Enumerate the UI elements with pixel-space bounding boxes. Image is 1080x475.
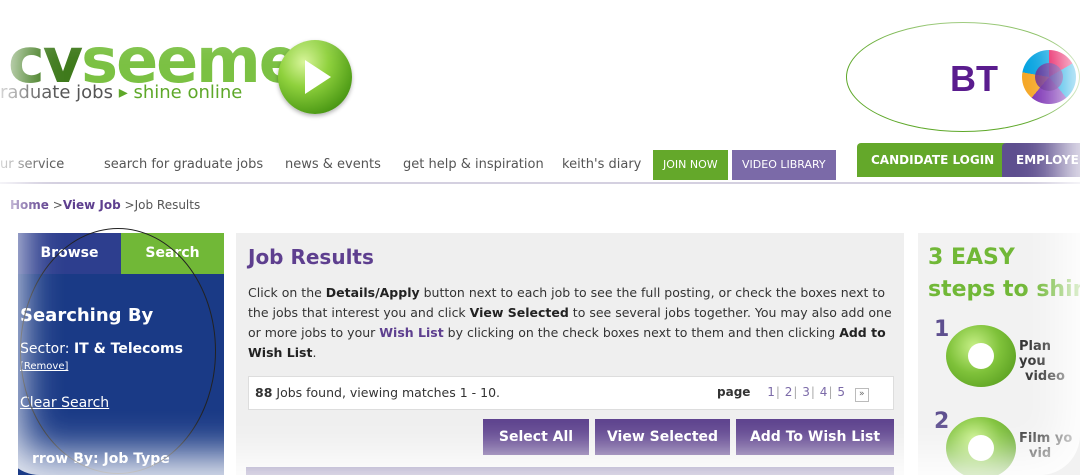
page-link[interactable]: 4	[820, 385, 828, 399]
step-2-line2: vid	[1029, 446, 1052, 461]
results-bar: 88 Jobs found, viewing matches 1 - 10. p…	[248, 376, 894, 410]
play-icon[interactable]	[278, 40, 352, 114]
page-link[interactable]: 2	[785, 385, 793, 399]
step-1-number: 1	[934, 317, 950, 342]
instructions-text: Click on the Details/Apply button next t…	[248, 283, 898, 363]
next-page-icon[interactable]: »	[854, 388, 869, 402]
candidate-login-button[interactable]: CANDIDATE LOGIN	[857, 143, 1009, 177]
tagline-left: raduate jobs	[0, 82, 113, 103]
view-selected-button[interactable]: View Selected	[595, 419, 730, 455]
step-2-text: Film yo vid	[1019, 431, 1072, 461]
employer-button[interactable]: EMPLOYE	[1002, 143, 1080, 177]
desc-text: .	[312, 345, 317, 360]
step-1-bubble-icon[interactable]	[946, 325, 1016, 387]
step-1-line2: video	[1025, 369, 1065, 384]
breadcrumb-current: Job Results	[134, 198, 201, 212]
breadcrumb: Home >View Job >Job Results	[10, 198, 200, 212]
nav-item-search-jobs[interactable]: search for graduate jobs	[104, 157, 263, 172]
tagline: raduate jobs ▸ shine online	[0, 82, 242, 103]
nav-item-news-events[interactable]: news & events	[285, 157, 381, 172]
step-2-number: 2	[934, 409, 950, 434]
step-1-text: Plan you video	[1019, 339, 1080, 384]
step-2-line1: Film yo	[1019, 431, 1073, 446]
breadcrumb-home[interactable]: Home	[10, 198, 49, 212]
page-title: Job Results	[248, 245, 374, 269]
desc-details-apply: Details/Apply	[325, 285, 420, 300]
results-text: Jobs found, viewing matches 1 - 10.	[272, 385, 500, 400]
page-frame: cvseeme raduate jobs ▸ shine online BT u…	[0, 0, 1080, 475]
nav-item-keiths-diary[interactable]: keith's diary	[562, 157, 641, 172]
bt-globe-icon[interactable]	[1022, 50, 1076, 104]
nav-divider	[0, 182, 1080, 184]
desc-view-selected: View Selected	[469, 305, 569, 320]
job-results-panel: Job Results Click on the Details/Apply b…	[236, 233, 904, 475]
page-link[interactable]: 3	[802, 385, 810, 399]
video-library-button[interactable]: VIDEO LIBRARY	[732, 150, 836, 180]
annotation-circle	[20, 228, 216, 474]
add-to-wish-list-button[interactable]: Add To Wish List	[736, 419, 894, 455]
page-sep: |	[775, 385, 780, 399]
bt-logo-text[interactable]: BT	[950, 58, 998, 100]
easy-steps-panel: 3 EASY steps to shin 1 Plan you video 2 F…	[918, 233, 1080, 475]
page-link[interactable]: 5	[837, 385, 845, 399]
page-label: page	[717, 385, 751, 399]
page-sep: |	[828, 385, 833, 399]
results-count: 88 Jobs found, viewing matches 1 - 10.	[255, 385, 500, 400]
step-2-bubble-icon[interactable]	[946, 417, 1016, 475]
desc-text: by clicking on the check boxes next to t…	[443, 325, 840, 340]
page-sep: |	[810, 385, 815, 399]
breadcrumb-sep: >	[120, 198, 135, 212]
tagline-right: shine online	[133, 82, 243, 103]
results-list-header	[246, 467, 894, 475]
nav-item-help[interactable]: get help & inspiration	[403, 157, 544, 172]
wish-list-link[interactable]: Wish List	[379, 325, 443, 340]
steps-title-line2: steps to shin	[928, 277, 1080, 302]
page-sep: |	[793, 385, 798, 399]
page-link[interactable]: 1	[767, 385, 775, 399]
breadcrumb-view-job[interactable]: View Job	[63, 198, 121, 212]
nav-item-our-service[interactable]: ur service	[0, 157, 64, 172]
steps-title-line1: 3 EASY	[928, 245, 1015, 270]
results-number: 88	[255, 385, 273, 400]
join-now-button[interactable]: JOIN NOW	[653, 150, 728, 180]
select-all-button[interactable]: Select All	[483, 419, 589, 455]
pagination: page 1| 2| 3| 4| 5 »	[717, 385, 869, 402]
breadcrumb-sep: >	[48, 198, 63, 212]
step-1-line1: Plan you	[1019, 339, 1052, 369]
site-header: cvseeme raduate jobs ▸ shine online BT	[0, 0, 1080, 140]
desc-text: Click on the	[248, 285, 326, 300]
tagline-arrow: ▸	[118, 82, 128, 103]
